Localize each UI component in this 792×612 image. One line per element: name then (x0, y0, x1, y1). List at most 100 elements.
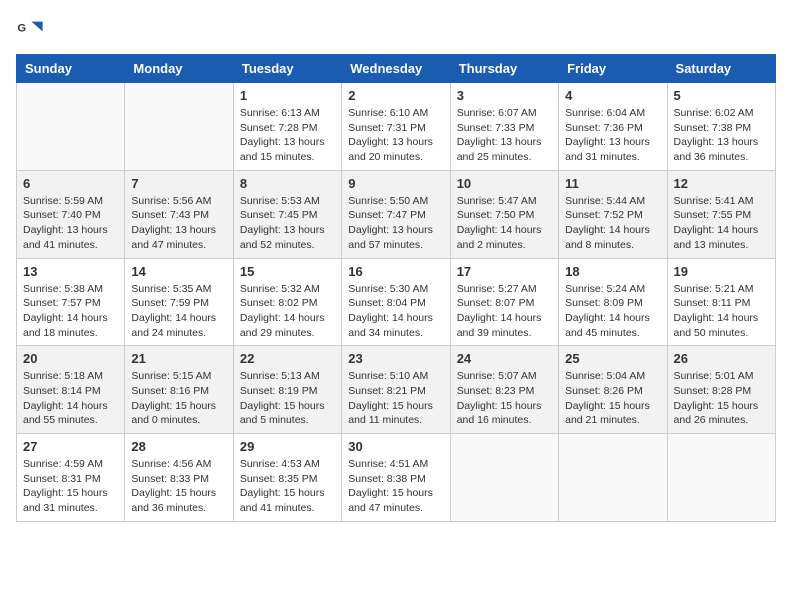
day-info: Sunrise: 5:13 AM Sunset: 8:19 PM Dayligh… (240, 369, 335, 428)
day-number: 7 (131, 176, 226, 191)
day-number: 8 (240, 176, 335, 191)
day-info: Sunrise: 5:59 AM Sunset: 7:40 PM Dayligh… (23, 194, 118, 253)
calendar-day-empty (559, 434, 667, 522)
day-number: 5 (674, 88, 769, 103)
day-info: Sunrise: 5:35 AM Sunset: 7:59 PM Dayligh… (131, 282, 226, 341)
day-info: Sunrise: 5:32 AM Sunset: 8:02 PM Dayligh… (240, 282, 335, 341)
calendar-day-25: 25 Sunrise: 5:04 AM Sunset: 8:26 PM Dayli… (559, 346, 667, 434)
day-number: 19 (674, 264, 769, 279)
day-number: 27 (23, 439, 118, 454)
calendar-day-26: 26 Sunrise: 5:01 AM Sunset: 8:28 PM Dayli… (667, 346, 775, 434)
calendar-day-6: 6 Sunrise: 5:59 AM Sunset: 7:40 PM Daylig… (17, 170, 125, 258)
day-info: Sunrise: 5:15 AM Sunset: 8:16 PM Dayligh… (131, 369, 226, 428)
calendar-week-row: 6 Sunrise: 5:59 AM Sunset: 7:40 PM Daylig… (17, 170, 776, 258)
day-header-friday: Friday (559, 55, 667, 83)
header: G (16, 16, 776, 44)
day-number: 24 (457, 351, 552, 366)
day-info: Sunrise: 5:21 AM Sunset: 8:11 PM Dayligh… (674, 282, 769, 341)
calendar-day-24: 24Sunrise: 5:07 AM Sunset: 8:23 PM Dayli… (450, 346, 558, 434)
calendar-day-13: 13Sunrise: 5:38 AM Sunset: 7:57 PM Dayli… (17, 258, 125, 346)
day-number: 14 (131, 264, 226, 279)
day-info: Sunrise: 6:02 AM Sunset: 7:38 PM Dayligh… (674, 106, 769, 165)
day-number: 20 (23, 351, 118, 366)
calendar-day-28: 28 Sunrise: 4:56 AM Sunset: 8:33 PM Dayli… (125, 434, 233, 522)
day-number: 21 (131, 351, 226, 366)
day-number: 10 (457, 176, 552, 191)
logo: G (16, 16, 48, 44)
calendar-day-9: 9 Sunrise: 5:50 AM Sunset: 7:47 PM Daylig… (342, 170, 450, 258)
calendar-day-empty (450, 434, 558, 522)
calendar-day-17: 17 Sunrise: 5:27 AM Sunset: 8:07 PM Dayli… (450, 258, 558, 346)
calendar-week-row: 1 Sunrise: 6:13 AM Sunset: 7:28 PM Daylig… (17, 83, 776, 171)
day-info: Sunrise: 5:18 AM Sunset: 8:14 PM Dayligh… (23, 369, 118, 428)
day-info: Sunrise: 6:07 AM Sunset: 7:33 PM Dayligh… (457, 106, 552, 165)
day-number: 18 (565, 264, 660, 279)
day-number: 15 (240, 264, 335, 279)
day-info: Sunrise: 5:01 AM Sunset: 8:28 PM Dayligh… (674, 369, 769, 428)
day-number: 1 (240, 88, 335, 103)
day-info: Sunrise: 5:53 AM Sunset: 7:45 PM Dayligh… (240, 194, 335, 253)
day-number: 4 (565, 88, 660, 103)
calendar-day-19: 19 Sunrise: 5:21 AM Sunset: 8:11 PM Dayli… (667, 258, 775, 346)
calendar-day-11: 11Sunrise: 5:44 AM Sunset: 7:52 PM Dayli… (559, 170, 667, 258)
calendar-day-15: 15 Sunrise: 5:32 AM Sunset: 8:02 PM Dayli… (233, 258, 341, 346)
day-number: 28 (131, 439, 226, 454)
day-number: 16 (348, 264, 443, 279)
day-header-monday: Monday (125, 55, 233, 83)
calendar-day-22: 22 Sunrise: 5:13 AM Sunset: 8:19 PM Dayli… (233, 346, 341, 434)
calendar-day-30: 30Sunrise: 4:51 AM Sunset: 8:38 PM Dayli… (342, 434, 450, 522)
day-info: Sunrise: 4:51 AM Sunset: 8:38 PM Dayligh… (348, 457, 443, 516)
calendar-day-29: 29Sunrise: 4:53 AM Sunset: 8:35 PM Dayli… (233, 434, 341, 522)
calendar-day-3: 3 Sunrise: 6:07 AM Sunset: 7:33 PM Daylig… (450, 83, 558, 171)
calendar-day-empty (17, 83, 125, 171)
day-number: 26 (674, 351, 769, 366)
calendar-header-row: SundayMondayTuesdayWednesdayThursdayFrid… (17, 55, 776, 83)
day-number: 17 (457, 264, 552, 279)
day-info: Sunrise: 5:04 AM Sunset: 8:26 PM Dayligh… (565, 369, 660, 428)
day-info: Sunrise: 6:10 AM Sunset: 7:31 PM Dayligh… (348, 106, 443, 165)
day-number: 6 (23, 176, 118, 191)
day-info: Sunrise: 4:59 AM Sunset: 8:31 PM Dayligh… (23, 457, 118, 516)
calendar-day-16: 16 Sunrise: 5:30 AM Sunset: 8:04 PM Dayli… (342, 258, 450, 346)
day-number: 9 (348, 176, 443, 191)
calendar-table: SundayMondayTuesdayWednesdayThursdayFrid… (16, 54, 776, 522)
day-header-saturday: Saturday (667, 55, 775, 83)
calendar-week-row: 27 Sunrise: 4:59 AM Sunset: 8:31 PM Dayli… (17, 434, 776, 522)
calendar-day-14: 14 Sunrise: 5:35 AM Sunset: 7:59 PM Dayli… (125, 258, 233, 346)
calendar-day-12: 12 Sunrise: 5:41 AM Sunset: 7:55 PM Dayli… (667, 170, 775, 258)
svg-text:G: G (17, 22, 26, 34)
logo-icon: G (16, 16, 44, 44)
calendar-week-row: 20 Sunrise: 5:18 AM Sunset: 8:14 PM Dayli… (17, 346, 776, 434)
day-info: Sunrise: 4:56 AM Sunset: 8:33 PM Dayligh… (131, 457, 226, 516)
day-number: 25 (565, 351, 660, 366)
calendar-day-2: 2Sunrise: 6:10 AM Sunset: 7:31 PM Daylig… (342, 83, 450, 171)
day-number: 12 (674, 176, 769, 191)
day-info: Sunrise: 6:04 AM Sunset: 7:36 PM Dayligh… (565, 106, 660, 165)
day-info: Sunrise: 5:44 AM Sunset: 7:52 PM Dayligh… (565, 194, 660, 253)
calendar-day-5: 5 Sunrise: 6:02 AM Sunset: 7:38 PM Daylig… (667, 83, 775, 171)
day-info: Sunrise: 5:56 AM Sunset: 7:43 PM Dayligh… (131, 194, 226, 253)
day-info: Sunrise: 5:10 AM Sunset: 8:21 PM Dayligh… (348, 369, 443, 428)
day-header-thursday: Thursday (450, 55, 558, 83)
day-info: Sunrise: 5:24 AM Sunset: 8:09 PM Dayligh… (565, 282, 660, 341)
day-info: Sunrise: 5:50 AM Sunset: 7:47 PM Dayligh… (348, 194, 443, 253)
calendar-day-8: 8 Sunrise: 5:53 AM Sunset: 7:45 PM Daylig… (233, 170, 341, 258)
day-number: 3 (457, 88, 552, 103)
calendar-day-20: 20 Sunrise: 5:18 AM Sunset: 8:14 PM Dayli… (17, 346, 125, 434)
calendar-day-4: 4 Sunrise: 6:04 AM Sunset: 7:36 PM Daylig… (559, 83, 667, 171)
calendar-day-10: 10Sunrise: 5:47 AM Sunset: 7:50 PM Dayli… (450, 170, 558, 258)
day-number: 22 (240, 351, 335, 366)
day-header-wednesday: Wednesday (342, 55, 450, 83)
calendar-day-1: 1 Sunrise: 6:13 AM Sunset: 7:28 PM Daylig… (233, 83, 341, 171)
day-info: Sunrise: 5:27 AM Sunset: 8:07 PM Dayligh… (457, 282, 552, 341)
day-info: Sunrise: 5:41 AM Sunset: 7:55 PM Dayligh… (674, 194, 769, 253)
day-info: Sunrise: 5:30 AM Sunset: 8:04 PM Dayligh… (348, 282, 443, 341)
day-info: Sunrise: 6:13 AM Sunset: 7:28 PM Dayligh… (240, 106, 335, 165)
day-header-sunday: Sunday (17, 55, 125, 83)
calendar-day-empty (667, 434, 775, 522)
calendar-day-empty (125, 83, 233, 171)
day-header-tuesday: Tuesday (233, 55, 341, 83)
calendar-day-23: 23Sunrise: 5:10 AM Sunset: 8:21 PM Dayli… (342, 346, 450, 434)
calendar-day-18: 18 Sunrise: 5:24 AM Sunset: 8:09 PM Dayli… (559, 258, 667, 346)
calendar-day-7: 7 Sunrise: 5:56 AM Sunset: 7:43 PM Daylig… (125, 170, 233, 258)
